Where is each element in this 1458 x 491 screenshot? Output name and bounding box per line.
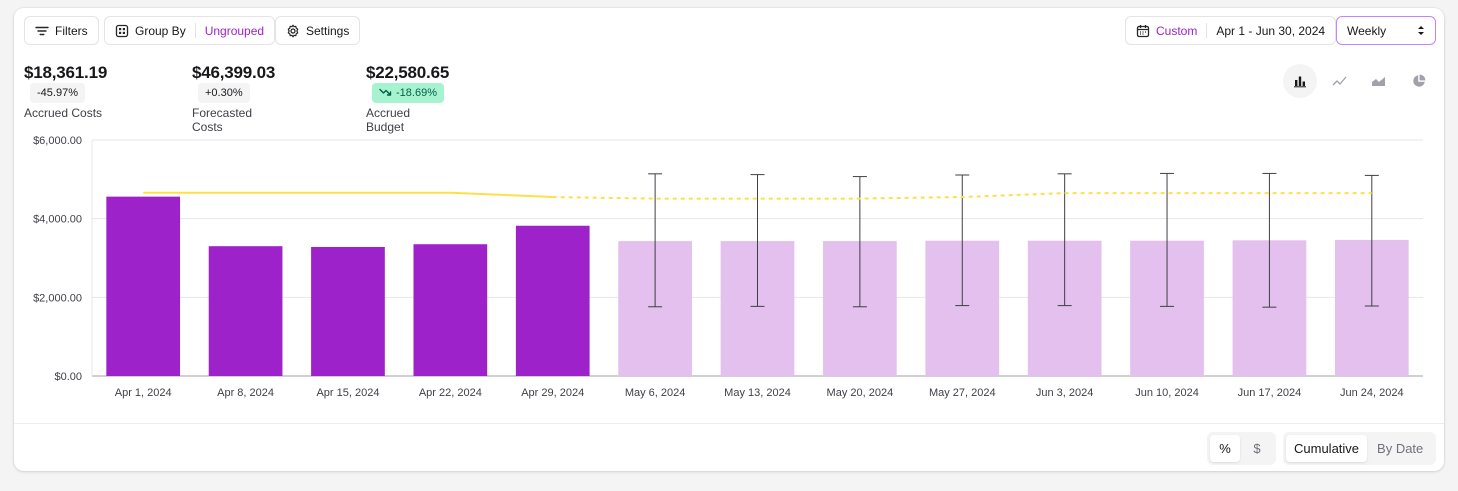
calendar-icon [1136, 24, 1150, 37]
pie-chart-icon [1413, 74, 1426, 87]
group-by-value: Ungrouped [204, 23, 265, 38]
unit-dollar-button[interactable]: $ [1242, 435, 1272, 462]
kpi-accrued-budget: $22,580.65-18.69% Accrued Budget [366, 63, 449, 134]
divider [1206, 23, 1208, 38]
actual-bar [413, 244, 488, 376]
kpi-value: $18,361.19 [24, 63, 108, 82]
group-by-button[interactable]: Group By Ungrouped [104, 16, 276, 45]
mode-by-date-button[interactable]: By Date [1369, 435, 1431, 462]
y-tick-label: $0.00 [54, 371, 82, 383]
line-chart-icon [1332, 76, 1347, 86]
x-tick-label: Apr 29, 2024 [521, 387, 584, 399]
x-tick-label: Apr 22, 2024 [419, 387, 482, 399]
gear-icon [287, 24, 299, 37]
cost-chart-svg: $0.00 $2,000.00 $4,000.00 $6,000.00 Apr 1, 2… [33, 135, 1423, 399]
kpi-forecasted-costs: $46,399.03+0.30% Forecasted Costs [192, 63, 275, 134]
toolbar: Filters Group By Ungrouped Settings Cust… [24, 16, 1436, 45]
grid-icon [115, 24, 129, 37]
mode-toggle: Cumulative By Date [1283, 432, 1436, 465]
cost-chart: $0.00 $2,000.00 $4,000.00 $6,000.00 Apr 1, 2… [14, 126, 1444, 416]
y-tick-label: $4,000.00 [33, 214, 82, 226]
kpi-value: $22,580.65 [366, 63, 450, 82]
group-by-label: Group By [135, 23, 186, 38]
unit-toggle: % $ [1207, 432, 1276, 465]
date-range: Apr 1 - Jun 30, 2024 [1216, 23, 1326, 38]
x-tick-label: May 20, 2024 [827, 387, 894, 399]
x-tick-label: Apr 8, 2024 [217, 387, 274, 399]
x-tick-label: Jun 17, 2024 [1238, 387, 1302, 399]
y-tick-label: $2,000.00 [33, 292, 82, 304]
view-line-chart[interactable] [1323, 64, 1357, 98]
trend-down-icon [379, 88, 392, 96]
x-tick-label: Jun 24, 2024 [1340, 387, 1404, 399]
actual-bar [106, 196, 181, 376]
view-area-chart[interactable] [1362, 64, 1396, 98]
x-tick-label: Apr 15, 2024 [316, 387, 379, 399]
chart-footer: % $ Cumulative By Date [14, 423, 1444, 471]
filters-button[interactable]: Filters [24, 16, 99, 45]
area-chart-icon [1372, 77, 1385, 86]
date-range-button[interactable]: Custom Apr 1 - Jun 30, 2024 [1125, 16, 1337, 45]
granularity-value: Weekly [1347, 23, 1387, 38]
y-tick-label: $6,000.00 [33, 135, 82, 147]
kpi-change-text: -18.69% [396, 87, 437, 99]
kpi-value: $46,399.03 [192, 63, 276, 82]
kpi-change-badge: +0.30% [198, 83, 250, 103]
actual-bar [515, 225, 590, 376]
settings-label: Settings [306, 23, 350, 38]
divider [194, 23, 196, 38]
x-tick-label: May 13, 2024 [724, 387, 791, 399]
x-tick-label: Jun 3, 2024 [1036, 387, 1094, 399]
actual-bar [208, 246, 283, 376]
view-pie-chart[interactable] [1402, 64, 1436, 98]
budget-line-actual [143, 191, 553, 199]
unit-percent-button[interactable]: % [1210, 435, 1240, 462]
granularity-select[interactable]: Weekly [1336, 16, 1436, 45]
filters-label: Filters [55, 23, 88, 38]
filter-icon [35, 26, 49, 35]
kpi-label: Accrued Costs [24, 106, 103, 120]
mode-cumulative-button[interactable]: Cumulative [1286, 435, 1368, 462]
actual-bar [311, 246, 385, 376]
x-tick-label: May 6, 2024 [625, 387, 686, 399]
cost-report-card: Filters Group By Ungrouped Settings Cust… [14, 8, 1444, 471]
chevron-updown-icon [1418, 26, 1424, 35]
kpi-change-badge: -18.69% [372, 83, 444, 103]
x-tick-label: May 27, 2024 [929, 387, 996, 399]
view-bar-chart[interactable] [1283, 64, 1317, 98]
kpi-accrued-costs: $18,361.19-45.97% Accrued Costs [24, 63, 107, 120]
settings-button[interactable]: Settings [275, 16, 361, 45]
date-mode: Custom [1156, 23, 1198, 38]
x-tick-label: Jun 10, 2024 [1135, 387, 1199, 399]
kpi-change-badge: -45.97% [30, 83, 85, 103]
x-tick-label: Apr 1, 2024 [115, 387, 172, 399]
bar-chart-icon [1294, 76, 1306, 88]
